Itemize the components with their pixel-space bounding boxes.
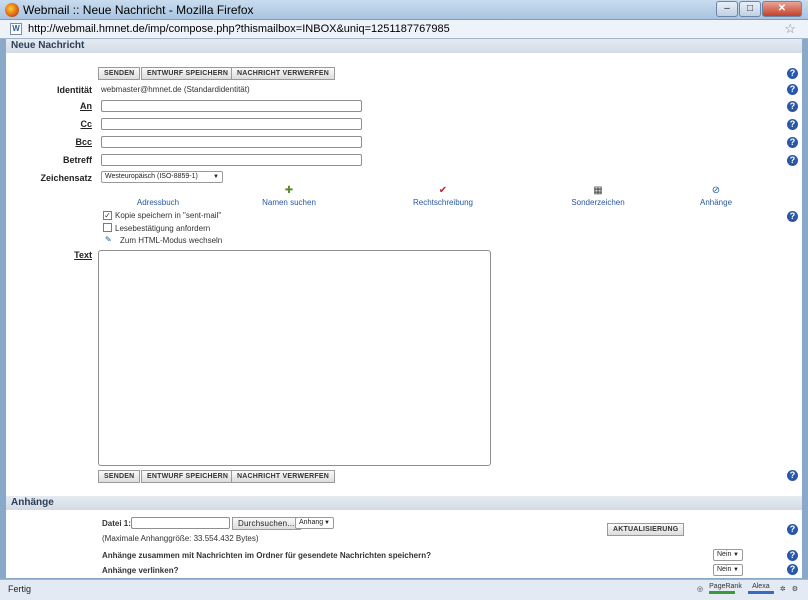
discard-button-top[interactable]: NACHRICHT VERWERFEN (231, 67, 335, 80)
alexa-label: Alexa (752, 583, 770, 590)
chevron-down-icon: ▼ (733, 552, 739, 558)
charset-select[interactable]: Westeuropäisch (ISO-8859-1) ▼ (101, 171, 223, 183)
link-attachments-label: Anhänge verlinken? (102, 566, 179, 575)
file-label: Datei 1: (102, 519, 131, 528)
save-with-message-label: Anhänge zusammen mit Nachrichten im Ordn… (102, 551, 431, 560)
special-chars-label: Sonderzeichen (571, 198, 625, 207)
globe-icon[interactable]: ◎ (697, 585, 703, 593)
help-icon[interactable]: ? (787, 84, 798, 95)
gear-icon[interactable]: ⚙ (792, 585, 798, 593)
to-label: An (80, 101, 92, 111)
save-draft-button-top[interactable]: ENTWURF SPEICHERN (141, 67, 235, 80)
save-copy-label: Kopie speichern in "sent-mail" (115, 211, 222, 220)
spellcheck-link[interactable]: ✔ Rechtschreibung (398, 185, 488, 207)
find-names-label: Namen suchen (262, 198, 316, 207)
special-chars-link[interactable]: ▦ Sonderzeichen (553, 185, 643, 207)
link-attachments-select[interactable]: Nein ▼ (713, 564, 743, 576)
max-size-note: (Maximale Anhanggröße: 33.554.432 Bytes) (102, 534, 259, 543)
site-favicon-icon: W (10, 23, 22, 35)
save-draft-button-bottom[interactable]: ENTWURF SPEICHERN (141, 470, 235, 483)
subject-label: Betreff (62, 155, 92, 165)
help-icon[interactable]: ? (787, 524, 798, 535)
text-label: Text (74, 250, 92, 260)
send-button-bottom[interactable]: SENDEN (98, 470, 141, 483)
alexa-indicator[interactable]: Alexa (747, 583, 774, 594)
keyboard-icon: ▦ (593, 185, 603, 196)
paperclip-icon: ⊘ (711, 185, 721, 196)
charset-label: Zeichensatz (40, 173, 92, 183)
to-field[interactable] (101, 100, 362, 112)
cc-field[interactable] (101, 118, 362, 130)
discard-button-bottom[interactable]: NACHRICHT VERWERFEN (231, 470, 335, 483)
window-titlebar: Webmail :: Neue Nachricht - Mozilla Fire… (0, 0, 808, 20)
bcc-field[interactable] (101, 136, 362, 148)
chevron-down-icon: ▼ (733, 567, 739, 573)
help-icon[interactable]: ? (787, 470, 798, 481)
firefox-icon (5, 3, 19, 17)
chevron-down-icon: ▼ (324, 520, 330, 526)
minimize-button[interactable]: – (716, 1, 738, 17)
cc-label: Cc (80, 119, 92, 129)
spellcheck-icon: ✔ (438, 185, 448, 196)
attachments-link[interactable]: ⊘ Anhänge (671, 185, 761, 207)
update-button[interactable]: AKTUALISIERUNG (607, 523, 685, 536)
help-icon[interactable]: ? (787, 137, 798, 148)
send-button-top[interactable]: SENDEN (98, 67, 141, 80)
save-with-message-value: Nein (717, 551, 732, 558)
status-icons: ◎ PageRank Alexa ✲ ⚙ (697, 583, 798, 594)
link-attachments-value: Nein (717, 566, 732, 573)
spellcheck-label: Rechtschreibung (412, 198, 474, 207)
attachments-tool-label: Anhänge (699, 198, 733, 207)
bcc-label: Bcc (75, 137, 92, 147)
help-icon[interactable]: ? (787, 564, 798, 575)
attachment-type-selected: Anhang (299, 519, 324, 526)
find-names-link[interactable]: ✚ Namen suchen (244, 185, 334, 207)
compose-page: Neue Nachricht SENDEN ENTWURF SPEICHERN … (6, 39, 802, 578)
status-text: Fertig (8, 584, 32, 594)
pagerank-indicator[interactable]: PageRank (709, 583, 742, 594)
url-field[interactable]: http://webmail.hmnet.de/imp/compose.php?… (28, 23, 450, 35)
bookmark-star-icon[interactable]: ☆ (784, 21, 796, 37)
browse-button[interactable]: Durchsuchen... (232, 517, 301, 530)
help-icon[interactable]: ? (787, 155, 798, 166)
charset-selected: Westeuropäisch (ISO-8859-1) (105, 173, 198, 180)
help-icon[interactable]: ? (787, 119, 798, 130)
identity-label: Identität (57, 85, 92, 95)
addressbook-link[interactable]: Adressbuch (113, 185, 203, 207)
attachments-section-header: Anhänge (6, 496, 802, 510)
attachment-type-select[interactable]: Anhang ▼ (295, 517, 334, 529)
window-controls: – □ ✕ (716, 1, 802, 17)
identity-value[interactable]: webmaster@hmnet.de (Standardidentität) (101, 85, 250, 94)
subject-field[interactable] (101, 154, 362, 166)
addressbook-label: Adressbuch (136, 198, 180, 207)
message-body[interactable] (98, 250, 491, 466)
save-copy-checkbox[interactable]: ✓ (103, 211, 112, 220)
extension-icon[interactable]: ✲ (780, 585, 786, 593)
html-mode-icon: ✎ (105, 235, 112, 244)
pagerank-label: PageRank (709, 583, 742, 590)
chevron-down-icon: ▼ (213, 174, 219, 180)
read-receipt-checkbox[interactable] (103, 223, 112, 232)
find-names-icon: ✚ (284, 185, 294, 196)
help-icon[interactable]: ? (787, 550, 798, 561)
html-mode-link[interactable]: Zum HTML-Modus wechseln (120, 236, 222, 245)
save-with-message-select[interactable]: Nein ▼ (713, 549, 743, 561)
help-icon[interactable]: ? (787, 101, 798, 112)
help-icon[interactable]: ? (787, 211, 798, 222)
help-icon[interactable]: ? (787, 68, 798, 79)
status-bar: Fertig ◎ PageRank Alexa ✲ ⚙ (0, 579, 808, 600)
window-title: Webmail :: Neue Nachricht - Mozilla Fire… (23, 3, 254, 17)
maximize-button[interactable]: □ (739, 1, 761, 17)
read-receipt-label: Lesebestätigung anfordern (115, 224, 211, 233)
page-title: Neue Nachricht (6, 39, 802, 53)
close-button[interactable]: ✕ (762, 1, 802, 17)
address-bar[interactable]: W http://webmail.hmnet.de/imp/compose.ph… (0, 20, 808, 39)
file-input[interactable] (131, 517, 230, 529)
